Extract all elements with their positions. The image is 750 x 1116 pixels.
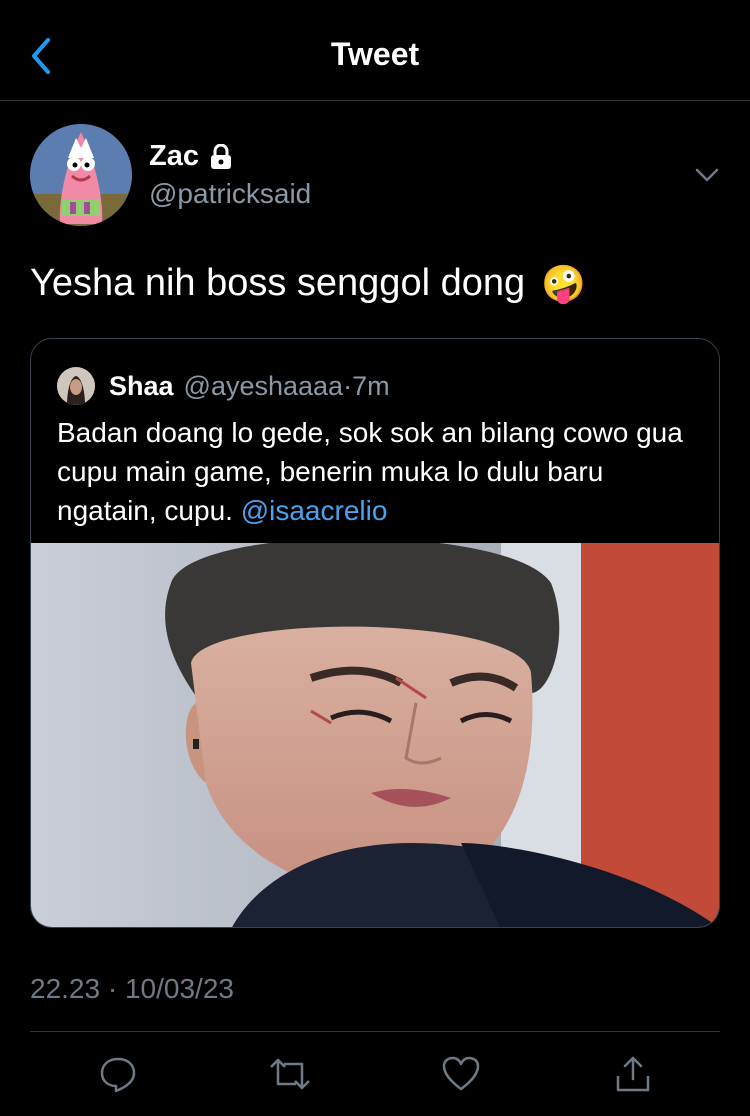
reply-icon xyxy=(100,1057,136,1093)
retweet-icon xyxy=(270,1058,310,1090)
like-button[interactable] xyxy=(439,1052,483,1096)
quoted-tweet-text: Badan doang lo gede, sok sok an bilang c… xyxy=(57,413,697,530)
more-options-button[interactable] xyxy=(694,162,720,188)
tweet-time: 22.23 xyxy=(30,973,101,1004)
chevron-down-icon xyxy=(695,168,719,182)
top-nav-bar: Tweet xyxy=(0,0,750,101)
author-name-row: Zac xyxy=(149,140,233,173)
quoted-tweet-card[interactable]: Shaa @ayeshaaaa · 7m Badan doang lo gede… xyxy=(30,338,720,928)
divider xyxy=(30,1031,720,1032)
quoted-time: 7m xyxy=(352,370,390,401)
reply-button[interactable] xyxy=(96,1052,140,1096)
quoted-tweet-header: Shaa @ayeshaaaa · 7m xyxy=(57,367,390,405)
share-icon xyxy=(616,1056,650,1092)
timestamp-separator: · xyxy=(100,973,125,1004)
quoted-author-name: Shaa xyxy=(109,370,174,401)
quoted-mention-link[interactable]: @isaacrelio xyxy=(241,495,388,526)
author-handle[interactable]: @patricksaid xyxy=(149,178,311,210)
author-name[interactable]: Zac xyxy=(149,140,199,173)
tweet-date: 10/03/23 xyxy=(124,973,234,1004)
quoted-avatar xyxy=(57,367,95,405)
tweet-text: Yesha nih boss senggol dong 🤪 xyxy=(30,262,586,305)
tweet-author: Zac @patricksaid xyxy=(30,124,720,228)
share-button[interactable] xyxy=(611,1052,655,1096)
tweet-timestamp: 22.23 · 10/03/23 xyxy=(30,973,234,1005)
tweet-body: Yesha nih boss senggol dong xyxy=(30,262,526,304)
avatar[interactable] xyxy=(30,124,132,226)
retweet-button[interactable] xyxy=(268,1052,312,1096)
lock-icon xyxy=(210,143,231,169)
zany-face-emoji: 🤪 xyxy=(541,262,586,304)
quoted-separator: · xyxy=(343,370,353,401)
page-title: Tweet xyxy=(330,36,420,72)
heart-icon xyxy=(442,1056,480,1091)
tweet-action-bar xyxy=(0,1052,750,1102)
quoted-tweet-photo[interactable] xyxy=(31,538,719,927)
quoted-author-handle: @ayeshaaaa xyxy=(183,370,344,401)
